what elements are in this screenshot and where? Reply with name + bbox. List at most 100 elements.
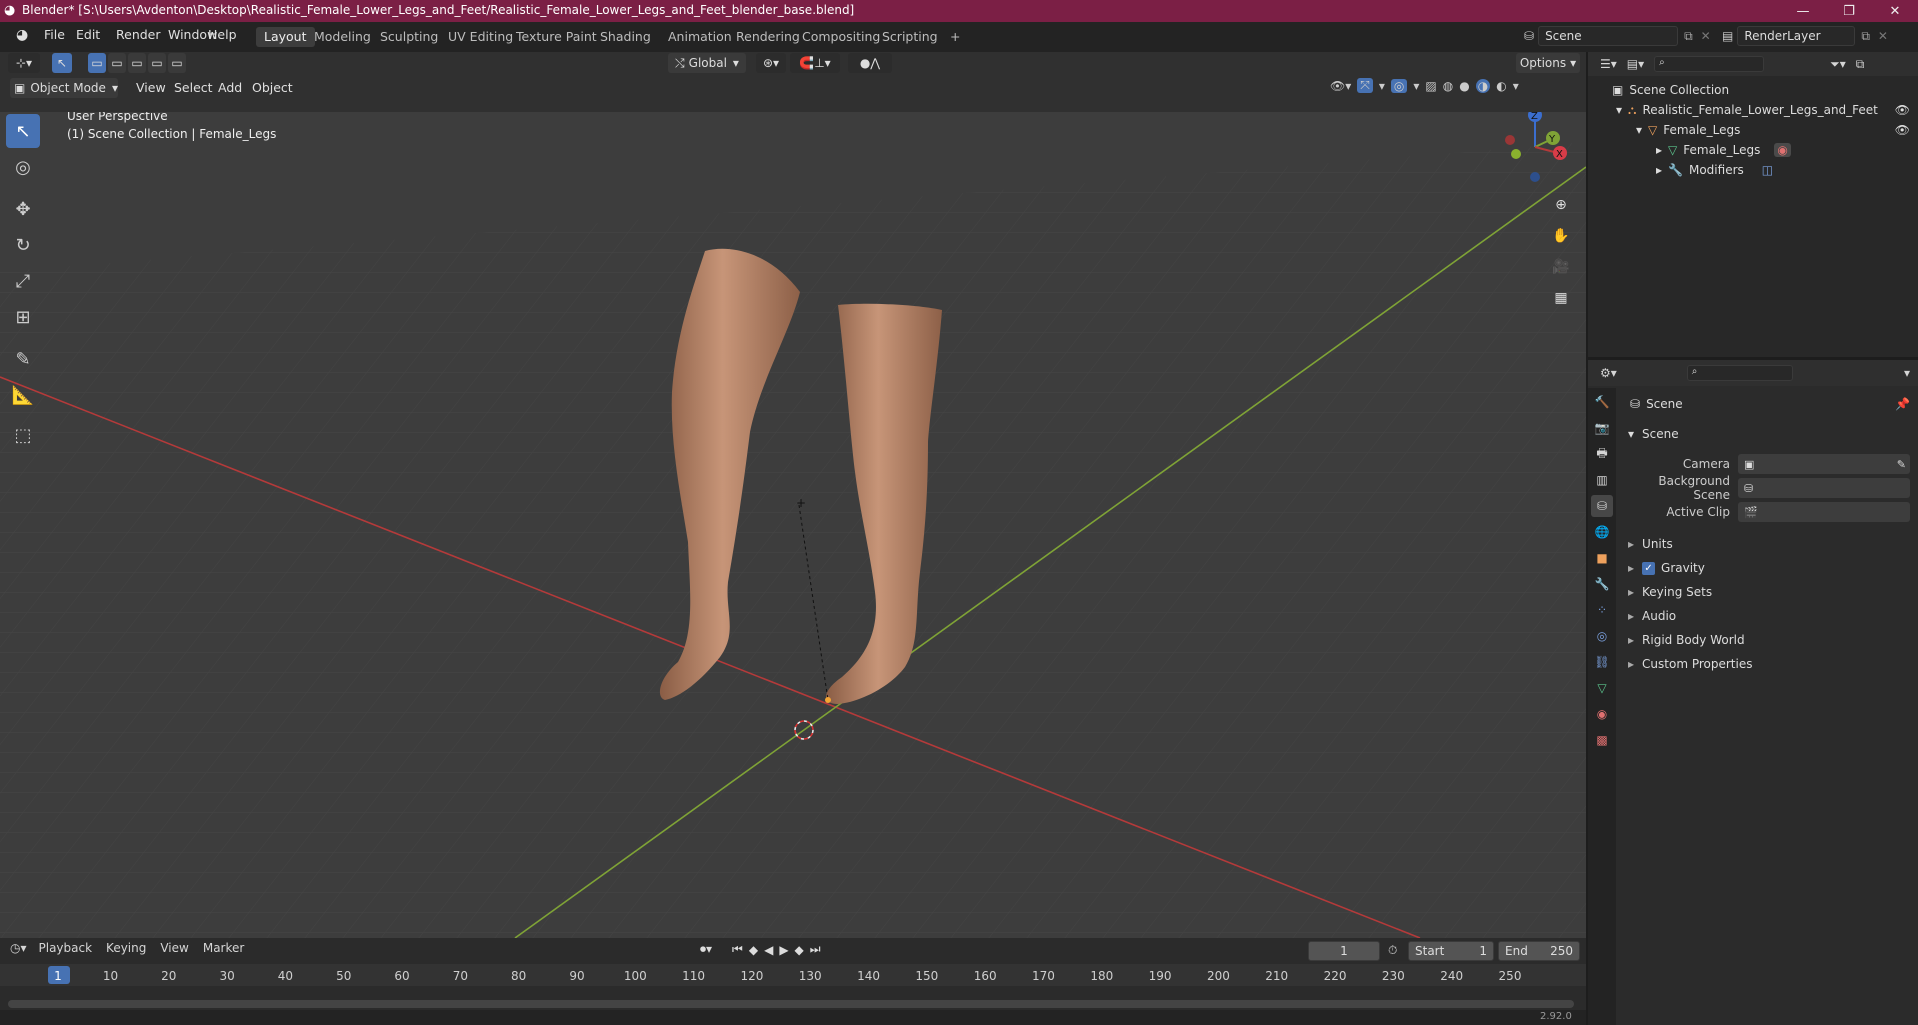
world-tab-icon[interactable]: 🌐: [1591, 521, 1613, 543]
texture-tab-icon[interactable]: ▩: [1591, 729, 1613, 751]
outliner-editor-icon[interactable]: ☰▾: [1600, 57, 1617, 71]
current-frame-field[interactable]: 1: [1308, 941, 1380, 961]
panel-units[interactable]: ▸ Units: [1620, 532, 1916, 556]
property-value-field[interactable]: ▣ ✎: [1738, 454, 1910, 474]
clock-icon[interactable]: ⏱: [1388, 943, 1397, 958]
physics-tab-icon[interactable]: ◎: [1591, 625, 1613, 647]
pin-icon[interactable]: 📌: [1895, 397, 1910, 411]
camera-view-icon[interactable]: 🎥: [1548, 254, 1574, 280]
gizmo-neg-y[interactable]: [1511, 149, 1521, 159]
prev-keyframe-icon[interactable]: ◆: [749, 943, 758, 957]
timeline-menu-keying[interactable]: Keying: [106, 941, 146, 955]
property-value-field[interactable]: ⛁: [1738, 478, 1910, 498]
select-subtract-icon[interactable]: ▭: [128, 53, 146, 73]
select-new-icon[interactable]: ▭: [88, 53, 106, 73]
modifier-icon[interactable]: ◫: [1762, 163, 1773, 177]
jump-end-icon[interactable]: ⏭: [810, 942, 821, 957]
timeline-menu-playback[interactable]: Playback: [39, 941, 93, 955]
viewport-menu-add[interactable]: Add: [212, 80, 248, 95]
start-frame-field[interactable]: Start 1: [1408, 941, 1494, 961]
gizmo-toggle-icon[interactable]: ⤧: [1357, 78, 1373, 93]
timeline-scrollbar[interactable]: [8, 1000, 1574, 1008]
render-tab-icon[interactable]: 📷: [1591, 417, 1613, 439]
material-shading-icon[interactable]: ◑: [1475, 78, 1491, 93]
navigation-gizmo[interactable]: Z Y X: [1490, 112, 1570, 187]
properties-editor-icon[interactable]: ⚙▾: [1600, 366, 1617, 380]
play-reverse-icon[interactable]: ◀: [764, 943, 773, 957]
disclosure-icon[interactable]: ▾: [1616, 103, 1622, 117]
record-icon[interactable]: ⏺▾: [700, 942, 712, 957]
select-extend-icon[interactable]: ▭: [108, 53, 126, 73]
select-box-icon[interactable]: ↖: [6, 114, 40, 148]
menu-help[interactable]: Help: [202, 27, 243, 42]
jump-start-icon[interactable]: ⏮: [732, 942, 743, 957]
add-workspace-button[interactable]: +: [942, 27, 968, 47]
zoom-icon[interactable]: ⊕: [1548, 192, 1574, 218]
gravity-checkbox[interactable]: ✓: [1642, 561, 1656, 575]
outliner-item[interactable]: ▾ ⛬ Realistic_Female_Lower_Legs_and_Feet…: [1588, 100, 1918, 120]
timeline-menu-marker[interactable]: Marker: [203, 941, 244, 955]
chevron-down-icon[interactable]: ▾: [1513, 79, 1519, 93]
menu-file[interactable]: File: [38, 27, 71, 42]
remove-scene-icon[interactable]: ✕: [1701, 29, 1711, 43]
ortho-grid-icon[interactable]: ▦: [1548, 285, 1574, 311]
pan-hand-icon[interactable]: ✋: [1548, 223, 1574, 249]
outliner-item[interactable]: ▸ 🔧 Modifiers ◫: [1588, 160, 1918, 180]
panel-custom-properties[interactable]: ▸ Custom Properties: [1620, 652, 1916, 676]
close-button[interactable]: ✕: [1872, 0, 1918, 22]
scene-icon[interactable]: ⛁: [1524, 29, 1534, 43]
snapping-button[interactable]: 🧲⊥▾: [790, 53, 840, 73]
rendered-shading-icon[interactable]: ◐: [1496, 79, 1506, 93]
gizmo-neg-z[interactable]: [1530, 172, 1540, 182]
modifier-tab-icon[interactable]: 🔧: [1591, 573, 1613, 595]
panel-rigid-body-world[interactable]: ▸ Rigid Body World: [1620, 628, 1916, 652]
data-tab-icon[interactable]: ▽: [1591, 677, 1613, 699]
tab-shading[interactable]: Shading: [592, 27, 659, 47]
new-collection-icon[interactable]: ⧉: [1856, 57, 1865, 72]
timeline-editor-icon[interactable]: ◷▾: [10, 941, 27, 955]
outliner-search-input[interactable]: ⌕: [1654, 56, 1765, 72]
object-tab-icon[interactable]: ■: [1591, 547, 1613, 569]
property-value-field[interactable]: 🎬: [1738, 502, 1910, 522]
viewport-menu-object[interactable]: Object: [246, 80, 299, 95]
display-mode-icon[interactable]: ▤▾: [1627, 57, 1644, 71]
object-origin-dot[interactable]: [825, 697, 831, 703]
renderlayer-icon[interactable]: ▤: [1722, 29, 1733, 43]
view-layer-tab-icon[interactable]: ▥: [1591, 469, 1613, 491]
panel-keying-sets[interactable]: ▸ Keying Sets: [1620, 580, 1916, 604]
editor-type-button[interactable]: ⊹▾: [8, 53, 40, 73]
scene-field[interactable]: Scene: [1538, 26, 1679, 46]
solid-shading-icon[interactable]: ●: [1459, 79, 1469, 93]
maximize-button[interactable]: ❐: [1826, 0, 1872, 22]
properties-search-input[interactable]: ⌕: [1686, 365, 1793, 381]
chevron-down-icon[interactable]: ▾: [1379, 79, 1385, 93]
timeline-menu-view[interactable]: View: [160, 941, 188, 955]
select-tool-button[interactable]: ↖: [52, 53, 72, 73]
tab-modeling[interactable]: Modeling: [306, 27, 379, 47]
play-icon[interactable]: ▶: [779, 943, 788, 957]
material-icon[interactable]: ◉: [1774, 143, 1791, 157]
minimize-button[interactable]: —: [1780, 0, 1826, 22]
options-dropdown[interactable]: Options ▾: [1516, 53, 1580, 73]
tab-scripting[interactable]: Scripting: [874, 27, 946, 47]
outliner-item[interactable]: ▸ ▽ Female_Legs ◉: [1588, 140, 1918, 160]
scene-tab-icon[interactable]: ⛁: [1591, 495, 1613, 517]
next-keyframe-icon[interactable]: ◆: [795, 943, 804, 957]
measure-tool-icon[interactable]: 📐: [6, 378, 40, 412]
particles-tab-icon[interactable]: ⁘: [1591, 599, 1613, 621]
visibility-icon[interactable]: 👁▾: [1330, 79, 1351, 93]
pivot-point-button[interactable]: ⊛▾: [756, 53, 786, 73]
material-tab-icon[interactable]: ◉: [1591, 703, 1613, 725]
new-renderlayer-icon[interactable]: ⧉: [1861, 29, 1870, 44]
xray-toggle-icon[interactable]: ▨: [1425, 79, 1436, 93]
mode-dropdown[interactable]: ▣ Object Mode ▾: [10, 78, 118, 98]
output-tab-icon[interactable]: 🖶: [1591, 443, 1613, 465]
constraints-tab-icon[interactable]: ⛓: [1591, 651, 1613, 673]
frame-ruler[interactable]: [0, 964, 1586, 986]
transform-tool-icon[interactable]: ⊞: [6, 300, 40, 334]
panel-gravity[interactable]: ▸ ✓ Gravity: [1620, 556, 1916, 580]
outliner-item[interactable]: ▾ ▽ Female_Legs 👁: [1588, 120, 1918, 140]
blender-menu-icon[interactable]: ◕: [10, 27, 34, 43]
proportional-editing-button[interactable]: ●⋀: [848, 53, 892, 73]
menu-render[interactable]: Render: [110, 27, 167, 42]
